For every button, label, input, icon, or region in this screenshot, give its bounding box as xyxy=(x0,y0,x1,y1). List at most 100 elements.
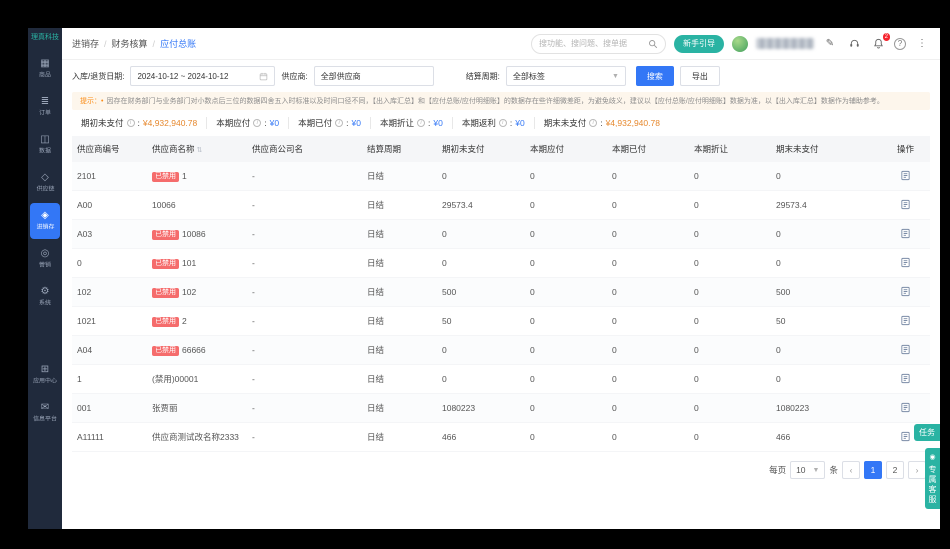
detail-icon[interactable] xyxy=(900,344,911,355)
search-input[interactable] xyxy=(539,39,644,48)
next-page-button[interactable]: › xyxy=(908,461,926,479)
more-icon[interactable]: ⋮ xyxy=(914,36,930,52)
supplier-input[interactable]: 全部供应商 xyxy=(313,66,434,86)
info-icon[interactable]: i xyxy=(126,119,135,127)
sidebar-item[interactable]: ▦ 商品 xyxy=(30,51,60,87)
customer-service-label: 专属客服 xyxy=(928,465,937,504)
detail-icon[interactable] xyxy=(900,315,911,326)
sidebar: 理真科技 ▦ 商品 ≣ 订单 ◫ 数据 ◇ 供应链 ◈ 进销存 ◎ 营销 ⚙ 系… xyxy=(28,28,62,529)
app-window: 理真科技 ▦ 商品 ≣ 订单 ◫ 数据 ◇ 供应链 ◈ 进销存 ◎ 营销 ⚙ 系… xyxy=(28,28,940,529)
sidebar-item[interactable]: ≣ 订单 xyxy=(30,89,60,125)
sidebar-item[interactable]: ◈ 进销存 xyxy=(30,203,60,240)
notice-prefix: 提示：• xyxy=(80,98,104,105)
period-discount: 0 xyxy=(694,316,699,326)
supplier-no: 2101 xyxy=(77,171,96,181)
page-button[interactable]: 1 xyxy=(864,461,882,479)
detail-icon[interactable] xyxy=(900,228,911,239)
date-range-input[interactable]: 2024-10-12 ~ 2024-10-12 xyxy=(130,66,276,86)
supplier-name: (禁用)00001 xyxy=(152,374,199,384)
sidebar-item[interactable]: ⚙ 系统 xyxy=(30,279,60,315)
customer-service-ribbon[interactable]: ◉ 专属客服 xyxy=(925,448,940,509)
sidebar-item-label: 营销 xyxy=(39,261,51,268)
export-button[interactable]: 导出 xyxy=(679,66,720,86)
supplier-no: 001 xyxy=(77,403,92,413)
cycle-value: 全部标签 xyxy=(512,71,545,81)
col-header: 供应商公司名 xyxy=(252,144,304,154)
bell-icon[interactable]: 2 xyxy=(870,32,890,52)
page-button[interactable]: 2 xyxy=(886,461,904,479)
global-search[interactable] xyxy=(531,33,666,54)
sidebar-item-label: 信息平台 xyxy=(33,415,57,422)
info-icon[interactable]: i xyxy=(498,119,507,127)
col-header[interactable]: 供应商名称 ⇅ xyxy=(147,143,247,155)
breadcrumb-separator: / xyxy=(104,38,107,49)
supplier-no: 1 xyxy=(77,374,82,384)
company-name: - xyxy=(252,200,255,210)
info-icon[interactable]: i xyxy=(589,119,598,127)
sidebar-item[interactable]: ◇ 供应链 xyxy=(30,165,60,201)
search-icon[interactable] xyxy=(648,39,658,49)
detail-icon[interactable] xyxy=(900,402,911,413)
detail-icon[interactable] xyxy=(900,170,911,181)
date-range-label: 入库/退货日期: xyxy=(72,71,125,81)
supplier-name-cell: 已禁用 101 xyxy=(147,258,247,269)
main-area: 进销存 / 财务核算 / 应付总账 新手引导 ✎ xyxy=(62,28,940,529)
per-page-select[interactable]: 10 ▼ xyxy=(790,461,826,479)
avatar[interactable] xyxy=(732,35,748,52)
info-icon[interactable]: i xyxy=(335,119,344,127)
supplier-name-cell: 已禁用张贾丽 xyxy=(147,402,247,414)
supplier-no: A04 xyxy=(77,345,93,355)
supplier-no: A03 xyxy=(77,229,93,239)
sidebar-item[interactable]: ◎ 营销 xyxy=(30,241,60,277)
platform-icon: ✉ xyxy=(40,401,50,413)
edit-icon[interactable]: ✎ xyxy=(822,36,838,52)
supplier-name-cell: 已禁用 10086 xyxy=(147,229,247,240)
app-logo: 理真科技 xyxy=(31,34,59,41)
table-header-row: 供应商编号 供应商名称 ⇅ 供应商公司名 结算周期 期初未支付 本期应付 本期已付… xyxy=(72,136,930,162)
period-payable: 0 xyxy=(530,316,535,326)
summary-item: 期末未支付 i : ¥4,932,940.78 xyxy=(533,117,669,129)
info-icon[interactable]: i xyxy=(416,119,425,127)
table-row: 0 已禁用 101 - 日结 0 0 0 0 0 xyxy=(72,249,930,278)
summary-label: 本期应付 xyxy=(216,118,251,128)
summary-label: 本期返利 xyxy=(461,118,496,128)
prev-page-button[interactable]: ‹ xyxy=(842,461,860,479)
period-discount: 0 xyxy=(694,200,699,210)
period-discount: 0 xyxy=(694,374,699,384)
help-icon[interactable]: ? xyxy=(894,37,906,50)
detail-icon[interactable] xyxy=(900,286,911,297)
breadcrumb: 进销存 / 财务核算 / 应付总账 xyxy=(72,37,196,50)
breadcrumb-item[interactable]: 应付总账 xyxy=(160,37,196,50)
detail-icon[interactable] xyxy=(900,257,911,268)
headset-icon[interactable] xyxy=(846,36,862,52)
period-discount: 0 xyxy=(694,432,699,442)
sidebar-item[interactable]: ✉ 信息平台 xyxy=(30,395,60,431)
detail-icon[interactable] xyxy=(900,199,911,210)
summary-bar: 期初未支付 i : ¥4,932,940.78 本期应付 i : ¥0 本期已付… xyxy=(62,110,940,134)
summary-value: ¥0 xyxy=(515,118,525,128)
disabled-badge: 已禁用 xyxy=(152,345,179,356)
guide-button[interactable]: 新手引导 xyxy=(674,34,724,53)
settle-cycle: 日结 xyxy=(367,258,385,268)
sort-icon[interactable]: ⇅ xyxy=(197,147,203,154)
cycle-select[interactable]: 全部标签 ▼ xyxy=(505,66,626,86)
detail-icon[interactable] xyxy=(900,431,911,442)
search-button[interactable]: 搜索 xyxy=(635,66,674,86)
task-tab[interactable]: 任务 xyxy=(914,424,940,441)
inventory-icon: ◈ xyxy=(41,209,49,221)
supplier-name-cell: 已禁用 2 xyxy=(147,316,247,327)
col-header: 操作 xyxy=(896,144,914,154)
period-payable: 0 xyxy=(530,258,535,268)
apps-icon: ⊞ xyxy=(40,363,50,375)
disabled-badge: 已禁用 xyxy=(152,316,179,327)
breadcrumb-item[interactable]: 财务核算 xyxy=(112,37,148,50)
sidebar-item[interactable]: ⊞ 应用中心 xyxy=(30,357,60,393)
breadcrumb-item[interactable]: 进销存 xyxy=(72,37,99,50)
sidebar-item[interactable]: ◫ 数据 xyxy=(30,127,60,163)
detail-icon[interactable] xyxy=(900,373,911,384)
topbar-actions: 新手引导 ✎ 2 ? ⋮ xyxy=(531,32,930,54)
supplier-name-cell: 已禁用10066 xyxy=(147,200,247,210)
info-icon[interactable]: i xyxy=(253,119,262,127)
summary-colon: : xyxy=(137,118,140,128)
col-header: 期初未支付 xyxy=(442,144,485,154)
